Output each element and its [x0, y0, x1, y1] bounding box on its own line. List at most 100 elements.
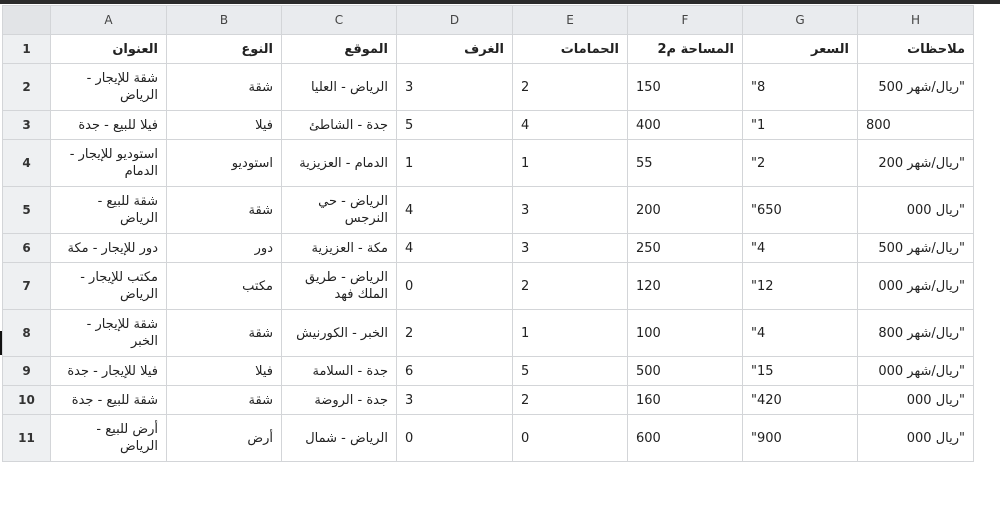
cell[interactable]: "15 [742, 356, 858, 386]
cell[interactable]: شقة [166, 63, 282, 111]
cell[interactable]: مكتب للإيجار - الرياض [50, 262, 167, 310]
cell[interactable]: 1 [512, 309, 628, 357]
cell[interactable]: 1 [396, 139, 513, 187]
cell[interactable]: "1 [742, 110, 858, 140]
row-header[interactable]: 2 [2, 63, 51, 111]
row-header[interactable]: 4 [2, 139, 51, 187]
cell[interactable]: 160 [627, 385, 743, 415]
cell[interactable]: 2 [396, 309, 513, 357]
row-header[interactable]: 5 [2, 186, 51, 234]
cell[interactable]: شقة [166, 186, 282, 234]
cell[interactable]: "420 [742, 385, 858, 415]
cell[interactable]: 6 [396, 356, 513, 386]
cell[interactable]: "12 [742, 262, 858, 310]
cell[interactable]: 250 [627, 233, 743, 263]
cell[interactable]: "4 [742, 233, 858, 263]
cell[interactable]: 5 [512, 356, 628, 386]
cell[interactable]: الرياض - العليا [281, 63, 397, 111]
cell[interactable]: شقة [166, 385, 282, 415]
cell[interactable]: أرض للبيع - الرياض [50, 414, 167, 462]
cell[interactable]: 3 [512, 186, 628, 234]
cell[interactable]: الرياض - طريق الملك فهد [281, 262, 397, 310]
column-header-b[interactable]: B [166, 5, 282, 35]
cell[interactable]: الغرف [396, 34, 513, 64]
cell[interactable]: "ريال/شهر 500 [857, 233, 974, 263]
cell[interactable]: مكتب [166, 262, 282, 310]
cell[interactable]: الرياض - حي النرجس [281, 186, 397, 234]
column-header-c[interactable]: C [281, 5, 397, 35]
cell[interactable]: الموقع [281, 34, 397, 64]
cell[interactable]: "ريال/شهر 800 [857, 309, 974, 357]
cell[interactable]: "2 [742, 139, 858, 187]
cell[interactable]: 0 [512, 414, 628, 462]
cell[interactable]: 2 [512, 385, 628, 415]
row-header[interactable]: 11 [2, 414, 51, 462]
cell[interactable]: 100 [627, 309, 743, 357]
cell[interactable]: 4 [396, 186, 513, 234]
row-header[interactable]: 6 [2, 233, 51, 263]
cell[interactable]: "650 [742, 186, 858, 234]
cell[interactable]: 3 [396, 385, 513, 415]
cell[interactable]: "ريال/شهر 200 [857, 139, 974, 187]
row-header[interactable]: 10 [2, 385, 51, 415]
cell[interactable]: 150 [627, 63, 743, 111]
cell[interactable]: فيلا للبيع - جدة [50, 110, 167, 140]
cell[interactable]: الدمام - العزيزية [281, 139, 397, 187]
cell[interactable]: استوديو للإيجار - الدمام [50, 139, 167, 187]
cell[interactable]: 3 [396, 63, 513, 111]
cell[interactable]: النوع [166, 34, 282, 64]
select-all-corner[interactable] [2, 5, 51, 35]
cell[interactable]: جدة - الروضة [281, 385, 397, 415]
row-header[interactable]: 7 [2, 262, 51, 310]
cell[interactable]: 4 [512, 110, 628, 140]
cell[interactable]: 500 [627, 356, 743, 386]
cell[interactable]: دور [166, 233, 282, 263]
column-header-f[interactable]: F [627, 5, 743, 35]
column-header-g[interactable]: G [742, 5, 858, 35]
cell[interactable]: 600 [627, 414, 743, 462]
cell[interactable]: "900 [742, 414, 858, 462]
cell[interactable]: "ريال 000 [857, 186, 974, 234]
cell[interactable]: 800 [857, 110, 974, 140]
cell[interactable]: 55 [627, 139, 743, 187]
cell[interactable]: أرض [166, 414, 282, 462]
cell[interactable]: السعر [742, 34, 858, 64]
cell[interactable]: شقة للبيع - جدة [50, 385, 167, 415]
cell[interactable]: 120 [627, 262, 743, 310]
cell[interactable]: 200 [627, 186, 743, 234]
row-header[interactable]: 3 [2, 110, 51, 140]
cell[interactable]: ملاحظات [857, 34, 974, 64]
column-header-h[interactable]: H [857, 5, 974, 35]
column-header-a[interactable]: A [50, 5, 167, 35]
cell[interactable]: "ريال 000 [857, 414, 974, 462]
cell[interactable]: الخبر - الكورنيش [281, 309, 397, 357]
cell[interactable]: فيلا [166, 110, 282, 140]
cell[interactable]: 1 [512, 139, 628, 187]
cell[interactable]: شقة للإيجار - الرياض [50, 63, 167, 111]
cell[interactable]: "4 [742, 309, 858, 357]
cell[interactable]: 0 [396, 262, 513, 310]
cell[interactable]: المساحة م2 [627, 34, 743, 64]
cell[interactable]: 0 [396, 414, 513, 462]
cell[interactable]: 400 [627, 110, 743, 140]
cell[interactable]: 5 [396, 110, 513, 140]
cell[interactable]: جدة - الشاطئ [281, 110, 397, 140]
column-header-e[interactable]: E [512, 5, 628, 35]
cell[interactable]: دور للإيجار - مكة [50, 233, 167, 263]
cell[interactable]: الحمامات [512, 34, 628, 64]
cell[interactable]: فيلا [166, 356, 282, 386]
cell[interactable]: شقة للبيع - الرياض [50, 186, 167, 234]
cell[interactable]: "ريال/شهر 000 [857, 356, 974, 386]
cell[interactable]: شقة للإيجار - الخبر [50, 309, 167, 357]
cell[interactable]: "8 [742, 63, 858, 111]
cell[interactable]: الرياض - شمال [281, 414, 397, 462]
cell[interactable]: العنوان [50, 34, 167, 64]
cell[interactable]: "ريال 000 [857, 385, 974, 415]
cell[interactable]: "ريال/شهر 000 [857, 262, 974, 310]
cell[interactable]: 2 [512, 63, 628, 111]
cell[interactable]: 4 [396, 233, 513, 263]
cell[interactable]: شقة [166, 309, 282, 357]
row-header[interactable]: 8 [2, 309, 51, 357]
cell[interactable]: استوديو [166, 139, 282, 187]
row-header[interactable]: 1 [2, 34, 51, 64]
